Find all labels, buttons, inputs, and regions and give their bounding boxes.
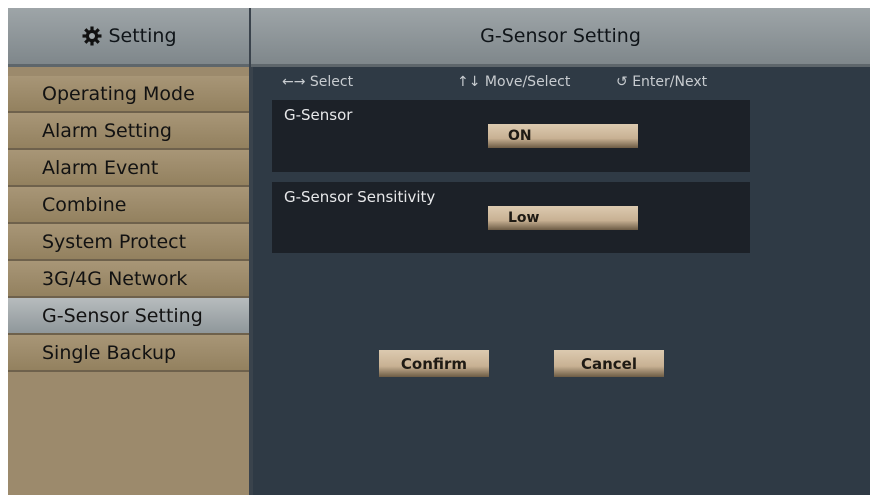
hint-move-select: ↑↓ Move/Select bbox=[457, 74, 570, 90]
sidebar-item-label: System Protect bbox=[42, 230, 187, 253]
sidebar-item-label: Combine bbox=[42, 193, 127, 216]
sidebar-item-single-backup[interactable]: Single Backup bbox=[8, 335, 251, 372]
g-sensor-label: G-Sensor bbox=[284, 106, 353, 124]
hint-label: Select bbox=[309, 74, 354, 90]
sidebar-item-alarm-event[interactable]: Alarm Event bbox=[8, 150, 251, 187]
enter-icon: ↺ bbox=[616, 74, 628, 90]
hint-select: ←→ Select bbox=[282, 74, 353, 90]
g-sensor-panel: G-Sensor ON bbox=[272, 100, 750, 172]
left-right-arrows-icon: ←→ bbox=[282, 74, 306, 90]
g-sensor-sensitivity-select[interactable]: Low bbox=[488, 206, 638, 230]
sidebar-item-label: Alarm Event bbox=[42, 156, 159, 179]
confirm-button[interactable]: Confirm bbox=[379, 350, 489, 377]
page-title: G-Sensor Setting bbox=[480, 25, 641, 47]
hint-label: Enter/Next bbox=[632, 74, 708, 90]
hint-enter-next: ↺ Enter/Next bbox=[616, 74, 707, 90]
panel-divider bbox=[249, 8, 253, 495]
g-sensor-toggle[interactable]: ON bbox=[488, 124, 638, 148]
sidebar-title: Setting bbox=[108, 25, 177, 47]
gear-icon bbox=[82, 26, 102, 46]
g-sensor-sensitivity-label: G-Sensor Sensitivity bbox=[284, 188, 436, 206]
settings-menu: Operating Mode Alarm Setting Alarm Event… bbox=[8, 76, 251, 372]
sidebar-item-label: Operating Mode bbox=[42, 82, 195, 105]
sidebar: Setting Operating Mode Alarm Setting Ala… bbox=[8, 8, 251, 495]
cancel-button[interactable]: Cancel bbox=[554, 350, 664, 377]
sidebar-item-3g-4g-network[interactable]: 3G/4G Network bbox=[8, 261, 251, 298]
sidebar-item-label: Alarm Setting bbox=[42, 119, 172, 142]
hint-label: Move/Select bbox=[484, 74, 571, 90]
sidebar-item-alarm-setting[interactable]: Alarm Setting bbox=[8, 113, 251, 150]
sidebar-item-label: 3G/4G Network bbox=[42, 267, 188, 290]
sidebar-item-label: Single Backup bbox=[42, 341, 177, 364]
sidebar-header: Setting bbox=[8, 8, 251, 67]
dvr-settings-window: Setting Operating Mode Alarm Setting Ala… bbox=[8, 8, 870, 495]
page-title-bar: G-Sensor Setting bbox=[251, 8, 870, 67]
sidebar-item-system-protect[interactable]: System Protect bbox=[8, 224, 251, 261]
key-hints: ←→ Select ↑↓ Move/Select ↺ Enter/Next bbox=[282, 74, 870, 92]
g-sensor-sensitivity-panel: G-Sensor Sensitivity Low bbox=[272, 182, 750, 253]
sidebar-item-g-sensor-setting[interactable]: G-Sensor Setting bbox=[8, 298, 251, 335]
sidebar-item-label: G-Sensor Setting bbox=[42, 304, 203, 327]
sidebar-item-combine[interactable]: Combine bbox=[8, 187, 251, 224]
sidebar-item-operating-mode[interactable]: Operating Mode bbox=[8, 76, 251, 113]
up-down-arrows-icon: ↑↓ bbox=[457, 74, 481, 90]
